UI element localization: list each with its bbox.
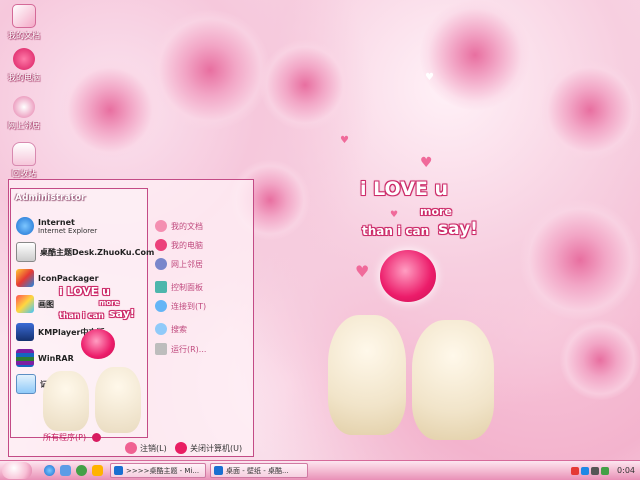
place-item-control-panel[interactable]: 控制面板 (155, 278, 203, 296)
place-item-label: 我的文档 (171, 221, 203, 231)
menu-wallpaper-love-line4: say! (109, 307, 135, 320)
menu-heart-icon (81, 329, 115, 359)
network-icon (13, 96, 35, 118)
program-item-title: IconPackager (38, 273, 99, 283)
heart-icon: ♥ (355, 262, 370, 281)
place-item-label: 我的电脑 (171, 240, 203, 250)
notepad-icon (16, 374, 36, 394)
heart-icon: ♥ (390, 210, 399, 220)
place-item-network[interactable]: 网上邻居 (155, 255, 203, 273)
program-item-title: Internet (38, 217, 75, 227)
wallpaper-love-line3: than i can (362, 224, 430, 238)
desktop-icon-my-computer[interactable]: 我的电脑 (4, 48, 44, 83)
tray-shield-icon[interactable] (571, 466, 580, 475)
clock: 0:04 (617, 466, 635, 475)
start-button[interactable] (2, 462, 32, 479)
quicklaunch-explorer-icon[interactable] (92, 465, 103, 476)
place-item-my-documents[interactable]: 我的文档 (155, 217, 203, 235)
desktop-icon-network[interactable]: 网上邻居 (4, 96, 44, 131)
wallpaper-love-line1: i LOVE u (360, 178, 449, 200)
menu-teddy-bear-icon (95, 367, 141, 433)
place-item-label: 控制面板 (171, 282, 203, 292)
menu-wallpaper-love-line1: i LOVE u (59, 285, 110, 298)
program-item-title: WinRAR (38, 353, 74, 363)
heart-icon: ♥ (420, 155, 433, 171)
program-item-internet[interactable]: Internet Internet Explorer (16, 215, 97, 237)
place-item-connect-to[interactable]: 连接到(T) (155, 297, 206, 315)
taskbar-task-zhuoku[interactable]: >>>>桌酷主题 - Mi... (110, 463, 206, 478)
menu-teddy-bear-icon (43, 371, 89, 431)
start-menu-programs-panel: Internet Internet Explorer 桌酷主题Desk.Zhuo… (10, 188, 154, 442)
kmplayer-icon (16, 323, 34, 341)
program-item-zhuoku-theme[interactable]: 桌酷主题Desk.ZhuoKu.Com (16, 241, 154, 263)
heart-icon: ♥ (340, 135, 349, 146)
teddy-bear-bride-icon (412, 320, 494, 440)
ie-icon (114, 466, 123, 475)
shutdown-label: 关闭计算机(U) (190, 443, 243, 453)
place-item-label: 搜索 (171, 324, 187, 334)
my-computer-icon (13, 48, 35, 70)
place-item-label: 运行(R)... (171, 344, 207, 354)
start-menu: Administrator Internet Internet Explorer… (8, 179, 254, 457)
desktop-icon-label: 我的文档 (8, 31, 40, 40)
connect-icon (155, 300, 167, 312)
control-panel-icon (155, 281, 167, 293)
system-tray: 0:04 (568, 462, 640, 479)
logoff-label: 注销(L) (140, 443, 167, 453)
taskbar: >>>>桌酷主题 - Mi... 桌面 - 壁纸 - 桌酷... 0:04 (0, 460, 640, 480)
taskbar-task-wallpaper[interactable]: 桌面 - 壁纸 - 桌酷... (210, 463, 308, 478)
menu-wallpaper-love-line2: more (99, 299, 120, 307)
paint-icon (16, 295, 34, 313)
quicklaunch-ie-icon[interactable] (44, 465, 55, 476)
power-icon (175, 442, 187, 454)
my-documents-icon (12, 4, 36, 28)
network-icon (155, 258, 167, 270)
big-heart-icon (380, 250, 436, 302)
all-programs-button[interactable]: 所有程序(P) (43, 432, 102, 443)
wallpaper-love-line2: more (420, 205, 452, 218)
logoff-icon (125, 442, 137, 454)
program-item-winrar[interactable]: WinRAR (16, 347, 74, 369)
heart-icon: ♥ (425, 72, 434, 83)
place-item-search[interactable]: 搜索 (155, 320, 187, 338)
all-programs-label: 所有程序(P) (43, 433, 87, 442)
menu-wallpaper-love-line3: than i can (59, 311, 104, 320)
ie-icon (214, 466, 223, 475)
my-documents-icon (155, 220, 167, 232)
program-item-title: 桌酷主题Desk.ZhuoKu.Com (40, 247, 155, 257)
tray-network-icon[interactable] (581, 466, 590, 475)
tray-messenger-icon[interactable] (601, 466, 610, 475)
program-item-title: 画图 (38, 299, 54, 309)
teddy-bear-groom-icon (328, 315, 406, 435)
place-item-label: 连接到(T) (171, 301, 207, 311)
program-item-subtitle: Internet Explorer (38, 226, 98, 235)
winrar-icon (16, 349, 34, 367)
desktop-icon-label: 回收站 (12, 169, 36, 178)
wallpaper-love-line4: say! (438, 219, 478, 239)
search-icon (155, 323, 167, 335)
quicklaunch-media-icon[interactable] (76, 465, 87, 476)
run-icon (155, 343, 167, 355)
iconpackager-icon (16, 269, 34, 287)
desktop-icon-my-documents[interactable]: 我的文档 (4, 4, 44, 41)
shutdown-button[interactable]: 关闭计算机(U) (175, 442, 242, 454)
quicklaunch-desktop-icon[interactable] (60, 465, 71, 476)
task-label: >>>>桌酷主题 - Mi... (126, 466, 200, 475)
ie-icon (16, 217, 34, 235)
recycle-bin-icon (12, 142, 36, 166)
my-computer-icon (155, 239, 167, 251)
task-label: 桌面 - 壁纸 - 桌酷... (226, 466, 289, 475)
arrow-right-icon (92, 433, 102, 442)
theme-icon (16, 242, 36, 262)
desktop-icon-label: 我的电脑 (8, 73, 40, 82)
place-item-my-computer[interactable]: 我的电脑 (155, 236, 203, 254)
program-item-paint[interactable]: 画图 (16, 293, 54, 315)
logoff-button[interactable]: 注销(L) (125, 442, 167, 454)
place-item-label: 网上邻居 (171, 259, 203, 269)
place-item-run[interactable]: 运行(R)... (155, 340, 206, 358)
desktop-icon-label: 网上邻居 (8, 121, 40, 130)
desktop-icon-recycle-bin[interactable]: 回收站 (4, 142, 44, 179)
tray-volume-icon[interactable] (591, 466, 600, 475)
